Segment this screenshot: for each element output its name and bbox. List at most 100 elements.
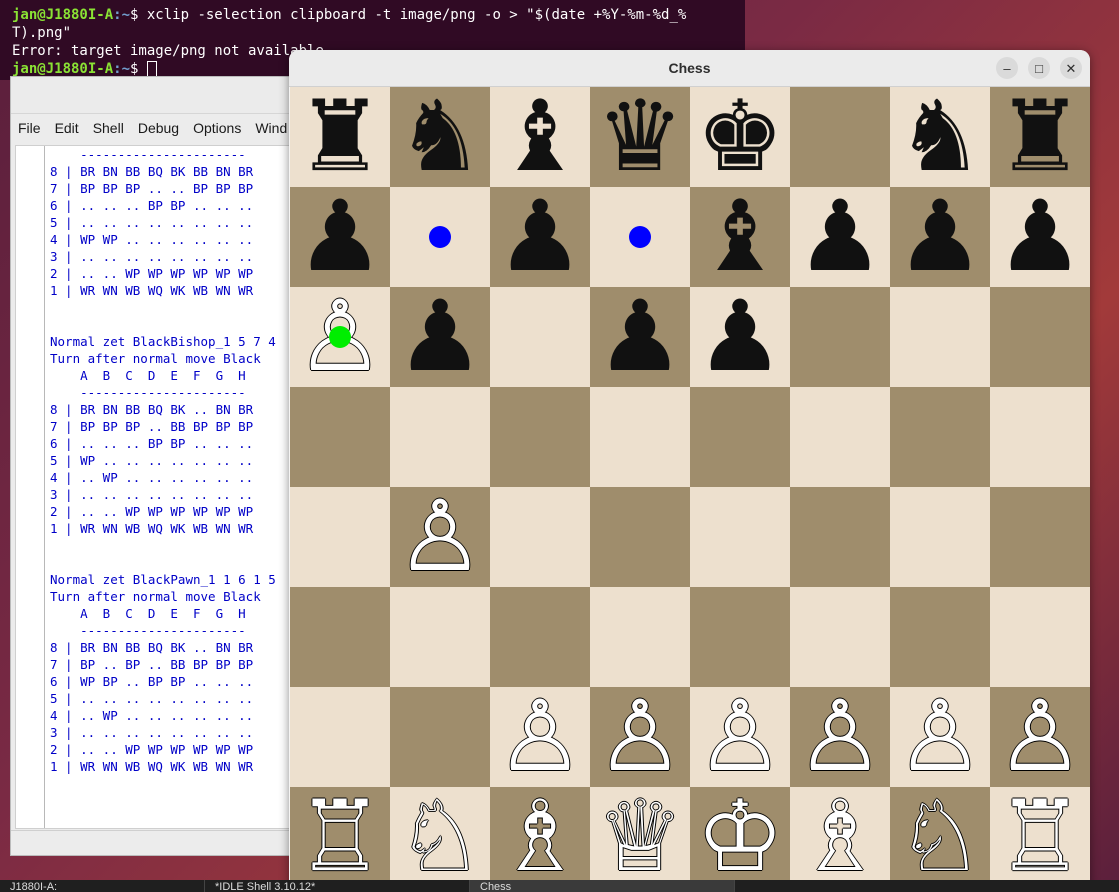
minimize-button[interactable]: –	[996, 57, 1018, 79]
menu-window[interactable]: Wind	[248, 120, 294, 136]
idle-titlebar[interactable]	[11, 77, 309, 114]
square-f2[interactable]: ♙	[790, 687, 890, 787]
square-c6[interactable]	[490, 287, 590, 387]
black-piece-icon[interactable]: ♚	[696, 87, 784, 187]
square-d2[interactable]: ♙	[590, 687, 690, 787]
square-b5[interactable]	[390, 387, 490, 487]
square-a8[interactable]: ♜	[290, 87, 390, 187]
black-piece-icon[interactable]: ♟	[696, 287, 784, 387]
taskbar-item-terminal[interactable]: J1880I-A:	[0, 880, 205, 892]
square-h3[interactable]	[990, 587, 1090, 687]
square-g7[interactable]: ♟	[890, 187, 990, 287]
square-c4[interactable]	[490, 487, 590, 587]
white-piece-icon[interactable]: ♙	[996, 687, 1084, 787]
square-e1[interactable]: ♔	[690, 787, 790, 887]
maximize-button[interactable]: □	[1028, 57, 1050, 79]
menu-edit[interactable]: Edit	[48, 120, 86, 136]
black-piece-icon[interactable]: ♜	[996, 87, 1084, 187]
square-c8[interactable]: ♝	[490, 87, 590, 187]
white-piece-icon[interactable]: ♙	[596, 687, 684, 787]
black-piece-icon[interactable]: ♟	[796, 187, 884, 287]
square-c2[interactable]: ♙	[490, 687, 590, 787]
square-c1[interactable]: ♗	[490, 787, 590, 887]
square-h7[interactable]: ♟	[990, 187, 1090, 287]
square-d1[interactable]: ♕	[590, 787, 690, 887]
square-f6[interactable]	[790, 287, 890, 387]
square-g3[interactable]	[890, 587, 990, 687]
square-b3[interactable]	[390, 587, 490, 687]
white-piece-icon[interactable]: ♙	[796, 687, 884, 787]
square-d3[interactable]	[590, 587, 690, 687]
black-piece-icon[interactable]: ♟	[296, 187, 384, 287]
move-hint-dot[interactable]	[429, 226, 451, 248]
close-button[interactable]: ✕	[1060, 57, 1082, 79]
white-piece-icon[interactable]: ♗	[796, 787, 884, 887]
white-piece-icon[interactable]: ♔	[696, 787, 784, 887]
square-e7[interactable]: ♝	[690, 187, 790, 287]
square-b8[interactable]: ♞	[390, 87, 490, 187]
taskbar-item-idle[interactable]: *IDLE Shell 3.10.12*	[205, 880, 470, 892]
square-f3[interactable]	[790, 587, 890, 687]
idle-horizontal-scrollbar[interactable]	[11, 830, 309, 855]
idle-text-area[interactable]: ---------------------- 8 | BR BN BB BQ BK…	[15, 145, 309, 829]
square-f7[interactable]: ♟	[790, 187, 890, 287]
square-c3[interactable]	[490, 587, 590, 687]
square-h5[interactable]	[990, 387, 1090, 487]
white-piece-icon[interactable]: ♗	[496, 787, 584, 887]
square-b2[interactable]	[390, 687, 490, 787]
black-piece-icon[interactable]: ♟	[596, 287, 684, 387]
black-piece-icon[interactable]: ♟	[896, 187, 984, 287]
square-e2[interactable]: ♙	[690, 687, 790, 787]
square-a2[interactable]	[290, 687, 390, 787]
square-e6[interactable]: ♟	[690, 287, 790, 387]
taskbar-item-chess[interactable]: Chess	[470, 880, 735, 892]
square-a1[interactable]: ♖	[290, 787, 390, 887]
black-piece-icon[interactable]: ♟	[396, 287, 484, 387]
menu-debug[interactable]: Debug	[131, 120, 186, 136]
square-c5[interactable]	[490, 387, 590, 487]
square-e5[interactable]	[690, 387, 790, 487]
black-piece-icon[interactable]: ♟	[496, 187, 584, 287]
square-g1[interactable]: ♘	[890, 787, 990, 887]
square-d5[interactable]	[590, 387, 690, 487]
square-h6[interactable]	[990, 287, 1090, 387]
black-piece-icon[interactable]: ♝	[496, 87, 584, 187]
square-g6[interactable]	[890, 287, 990, 387]
white-piece-icon[interactable]: ♙	[496, 687, 584, 787]
square-a3[interactable]	[290, 587, 390, 687]
white-piece-icon[interactable]: ♙	[696, 687, 784, 787]
white-piece-icon[interactable]: ♖	[996, 787, 1084, 887]
black-piece-icon[interactable]: ♜	[296, 87, 384, 187]
black-piece-icon[interactable]: ♞	[896, 87, 984, 187]
square-b1[interactable]: ♘	[390, 787, 490, 887]
square-f1[interactable]: ♗	[790, 787, 890, 887]
square-h8[interactable]: ♜	[990, 87, 1090, 187]
square-b6[interactable]: ♟	[390, 287, 490, 387]
chess-window[interactable]: Chess – □ ✕ ♜♞♝♛♚♞♜♟♟♝♟♟♟♙♟♟♟♙♙♙♙♙♙♙♖♘♗♕…	[289, 50, 1090, 892]
square-a7[interactable]: ♟	[290, 187, 390, 287]
square-g5[interactable]	[890, 387, 990, 487]
white-piece-icon[interactable]: ♘	[896, 787, 984, 887]
black-piece-icon[interactable]: ♝	[696, 187, 784, 287]
black-piece-icon[interactable]: ♟	[996, 187, 1084, 287]
black-piece-icon[interactable]: ♞	[396, 87, 484, 187]
white-piece-icon[interactable]: ♕	[596, 787, 684, 887]
square-g4[interactable]	[890, 487, 990, 587]
white-piece-icon[interactable]: ♙	[396, 487, 484, 587]
menu-file[interactable]: File	[11, 120, 48, 136]
square-a4[interactable]	[290, 487, 390, 587]
white-piece-icon[interactable]: ♘	[396, 787, 484, 887]
idle-shell-window[interactable]: File Edit Shell Debug Options Wind -----…	[10, 76, 310, 856]
square-a5[interactable]	[290, 387, 390, 487]
square-g2[interactable]: ♙	[890, 687, 990, 787]
move-hint-dot[interactable]	[629, 226, 651, 248]
square-h1[interactable]: ♖	[990, 787, 1090, 887]
square-c7[interactable]: ♟	[490, 187, 590, 287]
square-f8[interactable]	[790, 87, 890, 187]
square-d4[interactable]	[590, 487, 690, 587]
square-b4[interactable]: ♙	[390, 487, 490, 587]
square-g8[interactable]: ♞	[890, 87, 990, 187]
square-h2[interactable]: ♙	[990, 687, 1090, 787]
square-e4[interactable]	[690, 487, 790, 587]
square-f4[interactable]	[790, 487, 890, 587]
